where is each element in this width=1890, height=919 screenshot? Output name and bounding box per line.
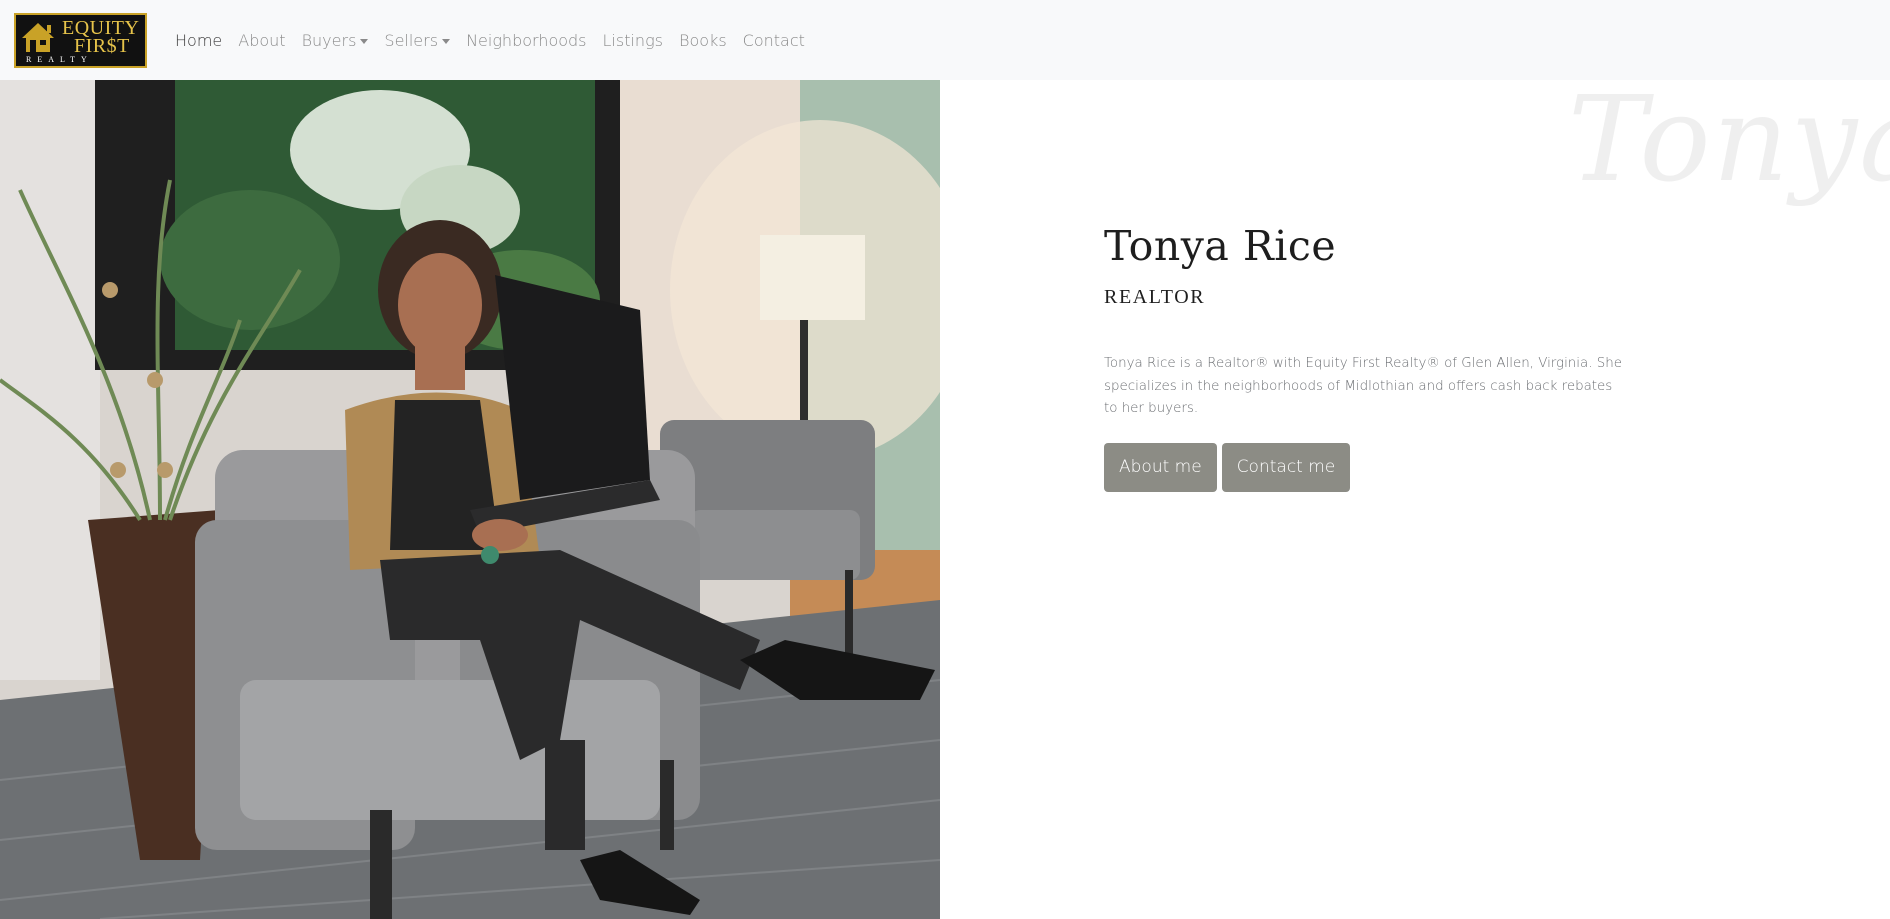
realtor-name: Tonya Rice (1104, 222, 1337, 270)
caret-down-icon (442, 38, 451, 44)
equity-first-realty-logo[interactable]: EQUITY FIR$T REALTY (14, 12, 147, 68)
nav-contact-label: Contact (742, 30, 805, 50)
nav-sellers-label: Sellers (384, 30, 439, 50)
nav-books[interactable]: Books (671, 31, 735, 50)
nav-about[interactable]: About (230, 31, 293, 50)
realtor-portrait-photo (0, 80, 940, 919)
nav-home[interactable]: Home (167, 31, 230, 50)
realtor-bio: Tonya Rice is a Realtor® with Equity Fir… (1104, 356, 1622, 416)
nav-neighborhoods-label: Neighborhoods (466, 30, 587, 50)
main-nav: Home About Buyers Sellers Neighborhoods … (167, 31, 813, 50)
logo-text-realty: REALTY (26, 54, 93, 64)
cta-buttons: About me Contact me (1104, 442, 1624, 492)
contact-me-button[interactable]: Contact me (1221, 442, 1351, 492)
house-logo-icon (22, 22, 54, 52)
nav-listings[interactable]: Listings (595, 31, 672, 50)
name-watermark: Tonya (1568, 70, 1890, 208)
about-me-button[interactable]: About me (1104, 442, 1217, 492)
navbar: EQUITY FIR$T REALTY Home About Buyers Se… (0, 0, 1890, 80)
nav-contact[interactable]: Contact (735, 31, 813, 50)
caret-down-icon (360, 38, 369, 44)
nav-listings-label: Listings (602, 30, 664, 50)
nav-buyers-label: Buyers (301, 30, 357, 50)
nav-neighborhoods[interactable]: Neighborhoods (458, 31, 594, 50)
nav-about-label: About (238, 30, 286, 50)
realtor-intro: Tonya Rice REALTOR Tonya Rice is a Realt… (1104, 222, 1624, 492)
realtor-title: REALTOR (1104, 286, 1206, 308)
nav-home-label: Home (175, 30, 223, 50)
nav-sellers-dropdown[interactable]: Sellers (376, 31, 458, 50)
nav-buyers-dropdown[interactable]: Buyers (294, 31, 377, 50)
nav-books-label: Books (679, 30, 727, 50)
